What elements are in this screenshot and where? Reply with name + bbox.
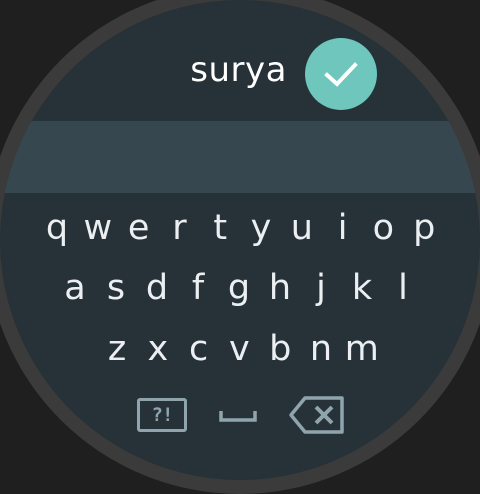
- space-icon: [219, 411, 257, 422]
- key-g[interactable]: g: [219, 264, 259, 312]
- symbols-key-label: ?!: [137, 398, 187, 432]
- key-b[interactable]: b: [260, 325, 300, 373]
- key-a[interactable]: a: [55, 264, 95, 312]
- key-j[interactable]: j: [301, 264, 341, 312]
- key-k[interactable]: k: [342, 264, 382, 312]
- check-icon: [324, 62, 358, 87]
- key-q[interactable]: q: [37, 204, 77, 252]
- key-m[interactable]: m: [342, 325, 382, 373]
- key-w[interactable]: w: [78, 204, 118, 252]
- key-v[interactable]: v: [219, 325, 259, 373]
- key-h[interactable]: h: [260, 264, 300, 312]
- key-i[interactable]: i: [323, 204, 363, 252]
- key-f[interactable]: f: [178, 264, 218, 312]
- keyboard-row-1: qwertyuiop: [0, 204, 480, 252]
- space-key[interactable]: [216, 400, 260, 430]
- key-n[interactable]: n: [301, 325, 341, 373]
- backspace-icon: [289, 396, 344, 434]
- suggestion-strip[interactable]: [0, 121, 480, 193]
- key-c[interactable]: c: [179, 325, 219, 373]
- symbols-key[interactable]: ?!: [133, 394, 191, 436]
- keyboard-row-2: asdfghjkl: [0, 264, 480, 312]
- key-u[interactable]: u: [282, 204, 322, 252]
- key-s[interactable]: s: [96, 264, 136, 312]
- key-t[interactable]: t: [200, 204, 240, 252]
- key-z[interactable]: z: [97, 325, 137, 373]
- key-p[interactable]: p: [404, 204, 444, 252]
- key-r[interactable]: r: [159, 204, 199, 252]
- key-d[interactable]: d: [137, 264, 177, 312]
- key-l[interactable]: l: [383, 264, 423, 312]
- confirm-button[interactable]: [305, 38, 377, 110]
- key-x[interactable]: x: [138, 325, 178, 373]
- key-y[interactable]: y: [241, 204, 281, 252]
- keyboard-row-3: zxcvbnm: [0, 325, 480, 373]
- delete-key[interactable]: [286, 394, 348, 436]
- watch-face: surya qwertyuiop asdfghjkl zxcvbnm ?!: [0, 0, 480, 480]
- input-text-field[interactable]: surya: [0, 48, 287, 92]
- key-o[interactable]: o: [363, 204, 403, 252]
- key-e[interactable]: e: [119, 204, 159, 252]
